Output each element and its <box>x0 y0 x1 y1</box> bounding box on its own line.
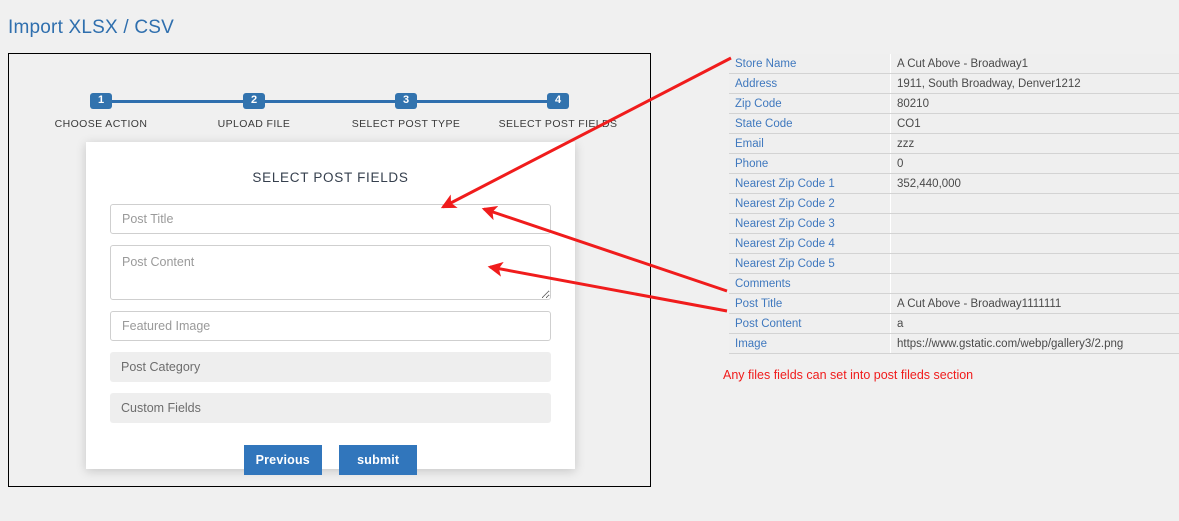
table-row: Nearest Zip Code 1 352,440,000 <box>729 173 1179 194</box>
table-row: Nearest Zip Code 3 <box>729 213 1179 234</box>
page-title: Import XLSX / CSV <box>8 17 175 38</box>
table-field-label: Image <box>729 333 891 354</box>
step-label: SELECT POST FIELDS <box>498 118 618 130</box>
table-field-label: Address <box>729 73 891 94</box>
table-field-label: State Code <box>729 113 891 134</box>
table-row: Post Content a <box>729 313 1179 334</box>
table-field-value: 352,440,000 <box>890 173 1179 194</box>
step-number-badge: 4 <box>547 93 569 109</box>
wizard-stepper: 1 CHOOSE ACTION 2 UPLOAD FILE 3 SELECT P… <box>9 72 650 130</box>
card-title: SELECT POST FIELDS <box>252 170 409 185</box>
annotation-note: Any files fields can set into post filed… <box>723 368 974 382</box>
import-wizard-panel: 1 CHOOSE ACTION 2 UPLOAD FILE 3 SELECT P… <box>8 53 651 487</box>
table-field-value: zzz <box>890 133 1179 154</box>
step-label: SELECT POST TYPE <box>351 118 461 130</box>
table-field-value: A Cut Above - Broadway1 <box>890 54 1179 74</box>
step-number-badge: 3 <box>395 93 417 109</box>
post-category-select[interactable]: Post Category <box>110 352 551 382</box>
table-field-label: Nearest Zip Code 2 <box>729 193 891 214</box>
table-field-label: Zip Code <box>729 93 891 114</box>
stepper-step-upload-file[interactable]: 2 UPLOAD FILE <box>194 90 314 130</box>
table-field-label: Comments <box>729 273 891 294</box>
table-field-value: https://www.gstatic.com/webp/gallery3/2.… <box>890 333 1179 354</box>
table-field-label: Phone <box>729 153 891 174</box>
table-field-value: 80210 <box>890 93 1179 114</box>
step-label: UPLOAD FILE <box>217 118 291 130</box>
table-field-value: a <box>890 313 1179 334</box>
table-row: Nearest Zip Code 5 <box>729 253 1179 274</box>
post-content-textarea[interactable] <box>110 245 551 300</box>
stepper-step-select-post-fields[interactable]: 4 SELECT POST FIELDS <box>498 90 618 130</box>
submit-button[interactable]: submit <box>339 445 418 475</box>
table-row: Post Title A Cut Above - Broadway1111111 <box>729 293 1179 314</box>
import-preview-table: Store Name A Cut Above - Broadway1 Address… <box>729 54 1179 354</box>
stepper-step-choose-action[interactable]: 1 CHOOSE ACTION <box>41 90 161 130</box>
table-row: Store Name A Cut Above - Broadway1 <box>729 54 1179 74</box>
table-field-value <box>890 233 1179 254</box>
table-row: Image https://www.gstatic.com/webp/galler… <box>729 333 1179 354</box>
table-field-label: Email <box>729 133 891 154</box>
previous-button[interactable]: Previous <box>243 445 322 475</box>
table-row: Nearest Zip Code 4 <box>729 233 1179 254</box>
table-field-value: 0 <box>890 153 1179 174</box>
table-field-value: 1911, South Broadway, Denver1212 <box>890 73 1179 94</box>
table-field-value <box>890 253 1179 274</box>
table-field-value <box>890 193 1179 214</box>
table-field-label: Post Content <box>729 313 891 334</box>
stepper-step-select-post-type[interactable]: 3 SELECT POST TYPE <box>346 90 466 130</box>
table-field-value: CO1 <box>890 113 1179 134</box>
table-row: Nearest Zip Code 2 <box>729 193 1179 214</box>
table-row: State Code CO1 <box>729 113 1179 134</box>
table-field-label: Nearest Zip Code 1 <box>729 173 891 194</box>
table-row: Zip Code 80210 <box>729 93 1179 114</box>
step-number-badge: 1 <box>90 93 112 109</box>
table-field-label: Store Name <box>729 54 891 74</box>
table-row: Phone 0 <box>729 153 1179 174</box>
card-fields: Post Category Custom Fields Previous sub… <box>86 204 575 475</box>
step-number-badge: 2 <box>243 93 265 109</box>
table-field-label: Nearest Zip Code 3 <box>729 213 891 234</box>
table-field-value <box>890 273 1179 294</box>
table-body: Store Name A Cut Above - Broadway1 Address… <box>729 54 1179 354</box>
table-row: Comments <box>729 273 1179 294</box>
card-button-row: Previous submit <box>110 445 551 475</box>
step-label: CHOOSE ACTION <box>54 118 148 130</box>
screenshot-root: Import XLSX / CSV 1 CHOOSE ACTION 2 UPLO… <box>0 0 1179 521</box>
table-field-value <box>890 213 1179 234</box>
table-row: Address 1911, South Broadway, Denver1212 <box>729 73 1179 94</box>
table-field-label: Nearest Zip Code 5 <box>729 253 891 274</box>
table-field-label: Nearest Zip Code 4 <box>729 233 891 254</box>
table-field-label: Post Title <box>729 293 891 314</box>
featured-image-input[interactable] <box>110 311 551 341</box>
post-title-input[interactable] <box>110 204 551 234</box>
select-post-fields-card: SELECT POST FIELDS Post Category Custom … <box>86 142 575 475</box>
custom-fields-select[interactable]: Custom Fields <box>110 393 551 423</box>
table-row: Email zzz <box>729 133 1179 154</box>
table-field-value: A Cut Above - Broadway1111111 <box>890 293 1179 314</box>
